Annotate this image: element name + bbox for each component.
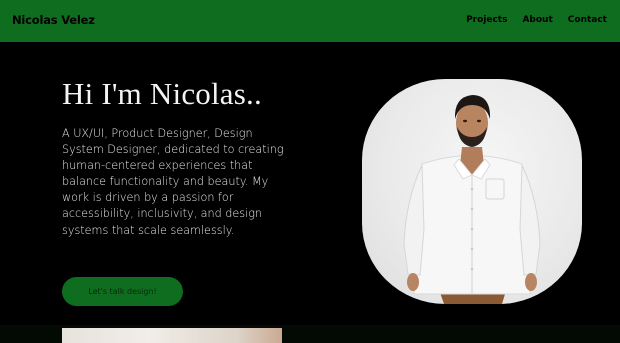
project-preview-image[interactable] xyxy=(62,328,282,343)
hero-description: A UX/UI, Product Designer, Design System… xyxy=(62,127,284,237)
nav-link-about[interactable]: About xyxy=(522,15,552,25)
brand-logo-link[interactable]: Nicolas Velez xyxy=(12,13,95,27)
lets-talk-design-button[interactable]: Let's talk design! xyxy=(62,277,183,306)
nav-link-projects[interactable]: Projects xyxy=(466,15,507,25)
hero-title: Hi I'm Nicolas.. xyxy=(62,76,262,111)
nav-links: Projects About Contact xyxy=(466,15,607,25)
nav-link-contact[interactable]: Contact xyxy=(568,15,607,25)
profile-portrait xyxy=(362,79,582,304)
person-portrait-image xyxy=(403,95,541,304)
top-navbar: Nicolas Velez Projects About Contact xyxy=(0,0,620,42)
